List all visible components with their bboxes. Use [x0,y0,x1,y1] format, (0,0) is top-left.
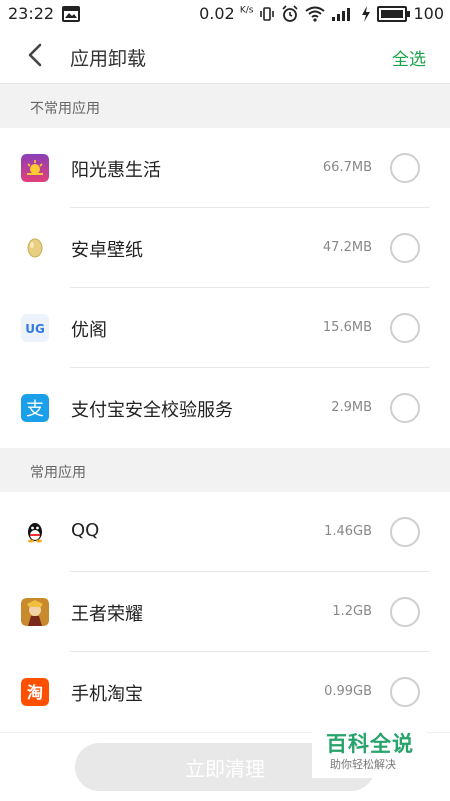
svg-text:UG: UG [25,322,45,336]
section-label: 不常用应用 [30,101,100,117]
app-size: 1.2GB [332,604,372,619]
page-title: 应用卸载 [70,48,147,70]
wifi-icon [305,6,326,22]
honor-of-kings-icon [21,598,49,626]
app-row[interactable]: QQ 1.46GB [0,492,450,572]
battery-icon [377,5,411,22]
app-row[interactable]: UG 优阁 15.6MB [0,288,450,368]
youge-app-icon: UG [21,314,49,342]
watermark-logo: 百科全说 助你轻松解决 [312,720,427,778]
select-all-button[interactable]: 全选 [392,45,426,70]
alipay-icon: 支 [21,394,49,422]
notification-image-icon [62,5,81,22]
app-name: 支付宝安全校验服务 [71,400,233,421]
app-size: 0.99GB [324,684,372,699]
select-checkbox[interactable] [390,393,420,423]
app-name: QQ [71,520,100,541]
app-header: 应用卸载 全选 [0,28,450,84]
select-checkbox[interactable] [390,517,420,547]
svg-text:淘: 淘 [27,683,43,702]
egg-wallpaper-icon [21,234,49,262]
watermark-title: 百科全说 [326,732,414,756]
status-right: 0.02 K/s 100 [199,4,444,23]
app-row[interactable]: 阳光惠生活 66.7MB [0,128,450,208]
taobao-icon: 淘 [21,678,49,706]
section-header-infrequent: 不常用应用 [0,84,450,128]
signal-icon [332,7,351,21]
app-row[interactable]: 王者荣耀 1.2GB [0,572,450,652]
section-label: 常用应用 [30,465,86,481]
status-time: 23:22 [8,4,55,23]
app-size: 2.9MB [331,400,372,415]
watermark-subtitle: 助你轻松解决 [330,758,396,771]
alarm-icon [282,4,299,22]
select-checkbox[interactable] [390,313,420,343]
battery-level: 100 [413,4,444,23]
section-header-frequent: 常用应用 [0,448,450,492]
back-arrow-icon[interactable] [22,41,50,69]
charging-icon [362,5,371,22]
qq-penguin-icon [21,518,49,546]
app-name: 优阁 [71,320,107,341]
app-row[interactable]: 支 支付宝安全校验服务 2.9MB [0,368,450,448]
app-name: 安卓壁纸 [71,240,143,261]
select-checkbox[interactable] [390,677,420,707]
select-checkbox[interactable] [390,153,420,183]
app-size: 1.46GB [324,524,372,539]
vibrate-icon [260,6,275,21]
network-speed: 0.02 K/s [199,4,254,23]
app-name: 手机淘宝 [71,684,143,705]
app-size: 66.7MB [322,160,372,175]
app-row[interactable]: 安卓壁纸 47.2MB [0,208,450,288]
app-name: 阳光惠生活 [71,160,161,181]
select-checkbox[interactable] [390,597,420,627]
app-size: 15.6MB [322,320,372,335]
app-size: 47.2MB [322,240,372,255]
status-bar: 23:22 0.02 K/s 100 [0,0,450,28]
svg-text:支: 支 [26,399,44,420]
select-checkbox[interactable] [390,233,420,263]
status-left: 23:22 [8,4,81,23]
app-name: 王者荣耀 [71,604,143,625]
sunshine-app-icon [21,154,49,182]
